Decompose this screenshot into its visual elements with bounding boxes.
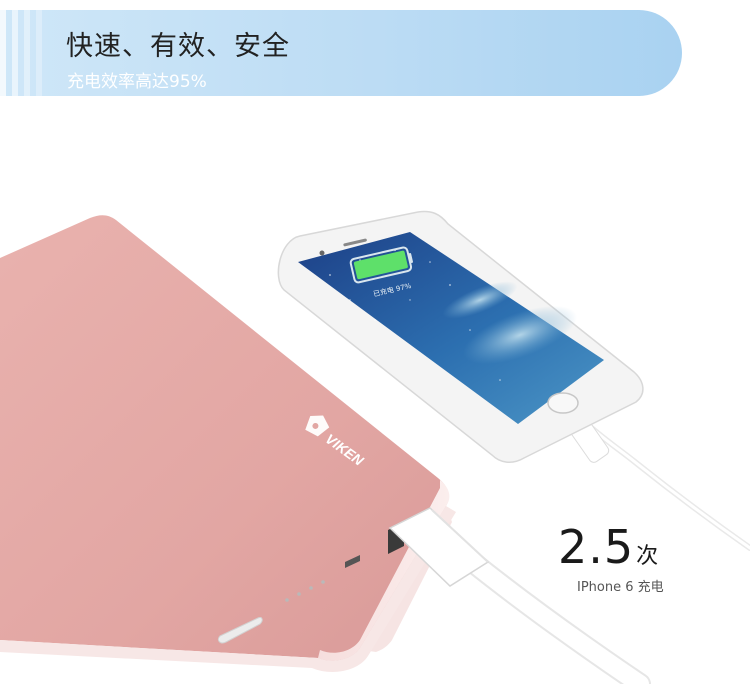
camera-icon bbox=[319, 250, 325, 256]
charge-count: 2.5次 bbox=[558, 520, 658, 574]
charge-count-value: 2.5 bbox=[558, 520, 635, 574]
charge-count-caption: IPhone 6 充电 bbox=[577, 580, 664, 595]
charge-count-unit: 次 bbox=[636, 544, 659, 569]
home-button bbox=[547, 392, 579, 414]
